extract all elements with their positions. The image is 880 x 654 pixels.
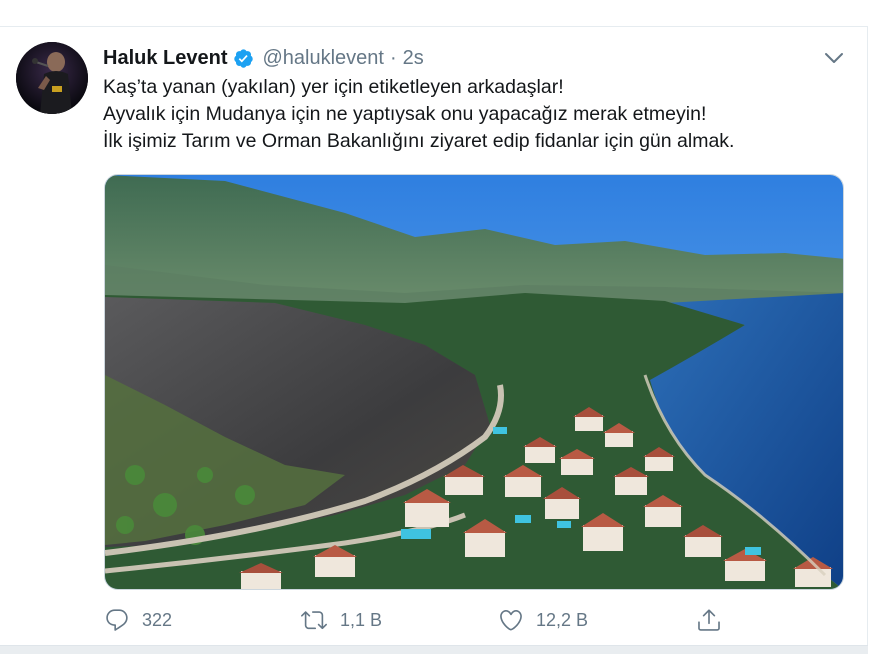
tweet-text-line: Kaş’ta yanan (yakılan) yer için etiketle… <box>103 76 564 98</box>
avatar-image <box>16 42 88 114</box>
tweet-photo[interactable] <box>104 174 844 590</box>
tweet-actions: 322 1,1 B 12,2 B <box>104 604 744 636</box>
reply-icon <box>106 609 128 631</box>
timestamp[interactable]: 2s <box>403 47 424 70</box>
reply-count: 322 <box>142 609 173 630</box>
retweet-icon <box>301 611 327 630</box>
reply-button[interactable]: 322 <box>104 604 172 636</box>
tweet-card[interactable]: Haluk Levent @haluklevent · 2s Kaş’ta ya… <box>0 0 868 654</box>
aerial-coast-photo <box>105 175 843 589</box>
tweet-text: Kaş’ta yanan (yakılan) yer için etiketle… <box>103 74 843 155</box>
handle[interactable]: @haluklevent <box>262 47 383 70</box>
tweet-text-line: İlk işimiz Tarım ve Orman Bakanlığını zi… <box>103 130 735 152</box>
chevron-down-icon[interactable] <box>822 46 846 70</box>
retweet-button[interactable]: 1,1 B <box>300 604 382 636</box>
display-name[interactable]: Haluk Levent <box>103 47 227 70</box>
previous-tweet-edge <box>0 0 868 27</box>
like-button[interactable]: 12,2 B <box>498 604 588 636</box>
retweet-count: 1,1 B <box>340 609 383 630</box>
share-icon <box>698 609 720 631</box>
separator-dot: · <box>389 46 397 69</box>
share-button[interactable] <box>696 604 722 636</box>
like-count: 12,2 B <box>536 609 589 630</box>
heart-icon <box>500 609 522 631</box>
avatar[interactable] <box>16 42 88 114</box>
tweet-header: Haluk Levent @haluklevent · 2s <box>103 44 424 72</box>
tweet-text-line: Ayvalık için Mudanya için ne yaptıysak o… <box>103 103 707 125</box>
verified-badge-icon <box>234 48 254 68</box>
